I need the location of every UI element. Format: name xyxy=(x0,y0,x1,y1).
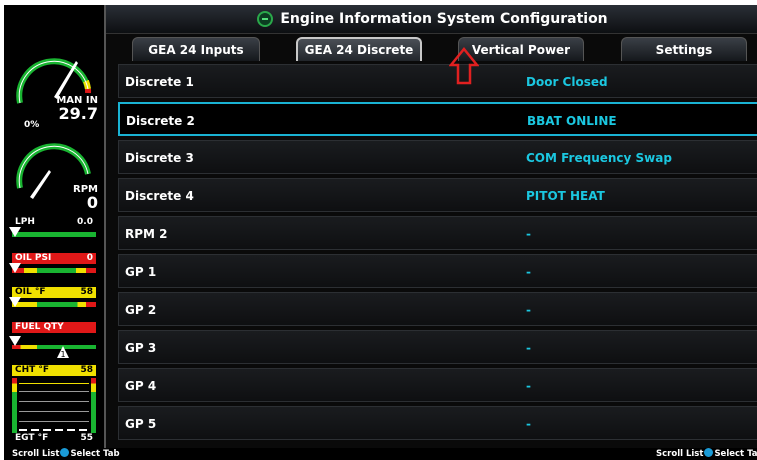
cht-cylinder-markers xyxy=(19,429,89,431)
oil-pressure-bar: OIL PSI 0 xyxy=(9,253,96,277)
row-name: Discrete 2 xyxy=(126,114,195,128)
fuel-qty-label: FUEL QTY xyxy=(12,322,96,333)
egt-readout: EGT °F 55 xyxy=(12,433,96,445)
configuration-panel: Engine Information System Configuration … xyxy=(104,5,757,448)
row-value: Door Closed xyxy=(526,75,608,89)
list-row[interactable]: GP 5 - xyxy=(118,406,757,440)
right-scroll-hint: Scroll List xyxy=(656,449,704,459)
list-row[interactable]: GP 2 - xyxy=(118,292,757,326)
row-name: Discrete 1 xyxy=(125,75,194,89)
egt-label: EGT °F xyxy=(15,433,49,443)
oil-temp-bar: OIL °F 58 xyxy=(9,287,96,311)
man-in-value: 29.7 xyxy=(58,104,98,123)
row-name: GP 1 xyxy=(125,265,157,279)
cht-value: 58 xyxy=(80,365,93,375)
cht-grid-line xyxy=(19,411,89,412)
cht-box: CHT °F 58 xyxy=(12,365,96,433)
man-in-min-label: 0% xyxy=(24,120,40,130)
list-row[interactable]: Discrete 2 BBAT ONLINE xyxy=(118,102,757,136)
list-row[interactable]: GP 1 - xyxy=(118,254,757,288)
row-value: - xyxy=(526,227,531,241)
fuel-qty-track xyxy=(12,345,96,349)
softkey-hint-bar: Scroll List Select Tab Scroll List Select … xyxy=(4,448,757,460)
list-row[interactable]: Discrete 4 PITOT HEAT xyxy=(118,178,757,212)
annotation-arrow-icon xyxy=(449,47,479,85)
tab-gea-24-discrete[interactable]: GEA 24 Discrete xyxy=(296,37,422,61)
list-row[interactable]: Discrete 3 COM Frequency Swap xyxy=(118,140,757,174)
row-name: GP 5 xyxy=(125,417,157,431)
left-select-hint: Select Tab xyxy=(70,449,120,459)
cht-grid-line xyxy=(19,401,89,402)
left-scroll-hint: Scroll List xyxy=(12,449,60,459)
right-knob-hint: Scroll List Select Ta xyxy=(656,448,757,460)
row-value: - xyxy=(526,379,531,393)
tab-settings[interactable]: Settings xyxy=(621,37,747,61)
tab-gea-24-inputs[interactable]: GEA 24 Inputs xyxy=(132,37,260,61)
oil-f-track xyxy=(12,302,96,307)
row-value: BBAT ONLINE xyxy=(527,114,617,128)
row-value: - xyxy=(526,341,531,355)
row-value: - xyxy=(526,417,531,431)
row-name: Discrete 4 xyxy=(125,189,194,203)
oil-psi-value: 0 xyxy=(86,253,93,263)
row-name: RPM 2 xyxy=(125,227,168,241)
engine-config-icon xyxy=(257,11,274,27)
tab-bar: GEA 24 Inputs GEA 24 Discrete Vertical P… xyxy=(106,35,757,61)
lph-value: 0.0 xyxy=(77,217,93,227)
pointer-icon xyxy=(9,336,21,346)
egt-value: 55 xyxy=(80,433,93,443)
pointer-icon xyxy=(9,263,21,273)
list-row[interactable]: GP 3 - xyxy=(118,330,757,364)
cht-grid-line xyxy=(19,421,89,422)
list-row[interactable]: Discrete 1 Door Closed xyxy=(118,64,757,98)
oil-f-value: 58 xyxy=(80,287,93,297)
needle-icon xyxy=(54,61,78,99)
manifold-pressure-gauge: MAN IN 29.7 0% xyxy=(4,45,104,130)
fuel-warning-icon: 1 xyxy=(57,346,69,358)
row-name: Discrete 3 xyxy=(125,151,194,165)
fuel-quantity-bar: FUEL QTY 1 xyxy=(9,322,96,358)
knob-icon[interactable] xyxy=(60,448,70,457)
fuel-flow-bar: LPH 0.0 xyxy=(9,217,96,241)
pointer-icon xyxy=(9,297,21,307)
row-name: GP 2 xyxy=(125,303,157,317)
row-value: PITOT HEAT xyxy=(526,189,605,203)
svg-text:1: 1 xyxy=(60,350,65,358)
title-bar: Engine Information System Configuration xyxy=(106,5,757,34)
cht-grid-line xyxy=(19,391,89,392)
rpm-value: 0 xyxy=(86,193,98,212)
discrete-input-list: Discrete 1 Door Closed Discrete 2 BBAT ONLI… xyxy=(118,64,757,448)
lph-track xyxy=(12,232,96,237)
list-row[interactable]: RPM 2 - xyxy=(118,216,757,250)
needle-icon xyxy=(30,170,51,199)
page-title: Engine Information System Configuration xyxy=(280,11,608,27)
row-name: GP 4 xyxy=(125,379,157,393)
cht-scale-left xyxy=(12,378,17,433)
row-value: COM Frequency Swap xyxy=(526,151,672,165)
row-value: - xyxy=(526,265,531,279)
display-screen: MAN IN 29.7 0% RPM 0 LPH 0.0 OIL PSI 0 O… xyxy=(4,5,757,460)
pointer-icon xyxy=(9,227,21,237)
right-select-hint: Select Ta xyxy=(714,449,757,459)
cht-scale-right xyxy=(91,378,96,433)
knob-icon[interactable] xyxy=(704,448,714,457)
rpm-gauge: RPM 0 xyxy=(4,130,104,212)
engine-indicator-strip: MAN IN 29.7 0% RPM 0 LPH 0.0 OIL PSI 0 O… xyxy=(4,5,104,448)
row-name: GP 3 xyxy=(125,341,157,355)
list-row[interactable]: GP 4 - xyxy=(118,368,757,402)
row-value: - xyxy=(526,303,531,317)
cht-limit-line xyxy=(19,383,89,384)
left-knob-hint: Scroll List Select Tab xyxy=(12,448,120,460)
oil-psi-track xyxy=(12,268,96,273)
